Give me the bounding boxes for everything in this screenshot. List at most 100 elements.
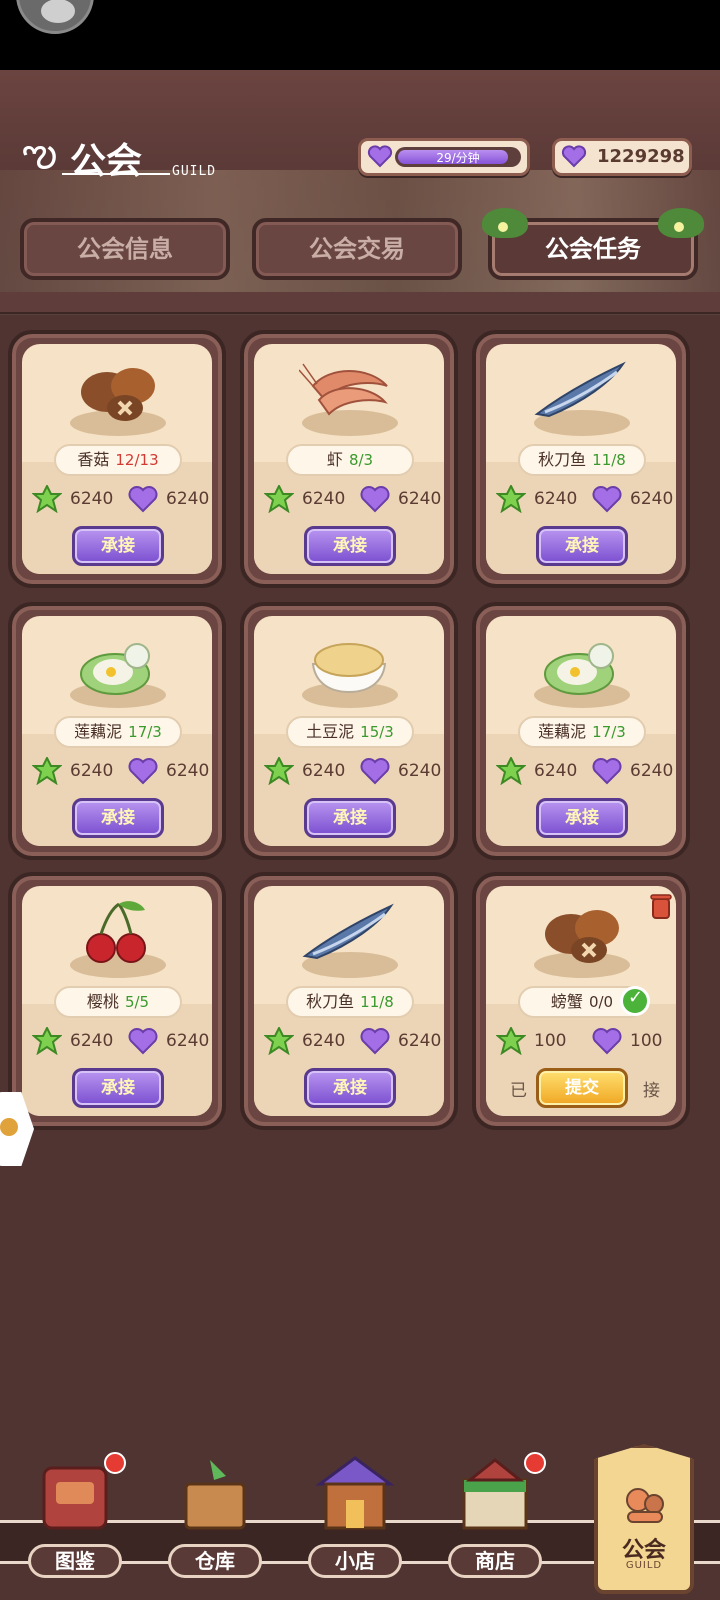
accept-task-button[interactable]: 承接 [536, 798, 628, 838]
task-name-pill: 虾 8/3 [286, 444, 414, 476]
task-item-count: 15/3 [360, 723, 394, 741]
task-card-inner: 虾 8/3 6240 6240 承接 [254, 344, 444, 574]
mushroom-icon [531, 898, 631, 968]
lotus-puree-icon [531, 628, 631, 698]
accepted-right-text: 接 [643, 1081, 660, 1101]
task-item-name: 虾 [326, 450, 343, 469]
tabs-divider [0, 292, 720, 314]
task-item-name: 香菇 [77, 450, 110, 469]
leaf-ornament-icon [658, 208, 704, 238]
nav-item[interactable]: 图鉴 [20, 1440, 130, 1590]
nav-item-label: 仓库 [168, 1544, 262, 1578]
star-reward-value: 6240 [302, 761, 346, 781]
star-reward: 6240 [263, 755, 354, 786]
accept-task-button[interactable]: 承接 [304, 798, 396, 838]
task-name-pill: 樱桃 5/5 [54, 986, 182, 1018]
star-reward: 6240 [31, 755, 122, 786]
star-icon [31, 1025, 63, 1056]
star-reward: 6240 [495, 483, 586, 514]
accept-task-button[interactable]: 承接 [536, 526, 628, 566]
heart-icon [367, 145, 393, 168]
heart-reward-value: 6240 [398, 489, 442, 509]
star-icon [31, 755, 63, 786]
task-item-name: 莲藕泥 [74, 722, 123, 741]
energy-counter[interactable]: 29/分钟 [358, 138, 530, 176]
gem-counter[interactable]: 1229298 [552, 138, 692, 176]
heart-reward-value: 6240 [398, 761, 442, 781]
wechat-icon [41, 0, 75, 23]
task-item-count: 11/8 [360, 993, 394, 1011]
heart-icon [592, 757, 622, 785]
heart-reward-value: 6240 [166, 1031, 210, 1051]
task-card: 螃蟹 0/0 100 100 已 接提交 [472, 872, 690, 1130]
task-name-pill: 莲藕泥 17/3 [54, 716, 182, 748]
heart-reward-value: 6240 [166, 489, 210, 509]
heart-icon [128, 1027, 158, 1055]
task-card: 香菇 12/13 6240 6240 承接 [8, 330, 226, 588]
star-reward: 6240 [31, 1025, 122, 1056]
heart-icon [592, 1027, 622, 1055]
nav-item-label: 商店 [448, 1544, 542, 1578]
star-reward-value: 6240 [534, 761, 578, 781]
submit-button[interactable]: 提交 [536, 1068, 628, 1108]
nav-item[interactable]: 仓库 [160, 1440, 270, 1590]
accept-task-button[interactable]: 承接 [72, 1068, 164, 1108]
task-rewards: 6240 6240 [31, 483, 212, 514]
nav-item-label: 图鉴 [28, 1544, 122, 1578]
logo-underline [62, 173, 170, 175]
heart-icon [360, 757, 390, 785]
heart-reward-value: 6240 [398, 1031, 442, 1051]
star-reward: 6240 [263, 483, 354, 514]
nav-item[interactable]: 小店 [300, 1440, 410, 1590]
accept-task-button[interactable]: 承接 [304, 1068, 396, 1108]
task-card: 莲藕泥 17/3 6240 6240 承接 [472, 602, 690, 860]
task-card: 秋刀鱼 11/8 6240 6240 承接 [240, 872, 458, 1130]
heart-reward: 6240 [360, 756, 444, 786]
task-rewards: 6240 6240 [263, 755, 444, 786]
accept-task-button[interactable]: 承接 [72, 798, 164, 838]
star-reward: 100 [495, 1025, 586, 1056]
heart-reward-value: 6240 [630, 761, 674, 781]
nav-item[interactable]: 商店 [440, 1440, 550, 1590]
guild-icon [626, 1488, 664, 1523]
heart-icon [128, 485, 158, 513]
task-card: 莲藕泥 17/3 6240 6240 承接 [8, 602, 226, 860]
tab-guild-info[interactable]: 公会信息 [20, 218, 230, 280]
guild-subtitle: GUILD [172, 164, 217, 179]
heart-reward: 6240 [592, 484, 676, 514]
accept-task-button[interactable]: 承接 [304, 526, 396, 566]
wechat-float-button[interactable] [16, 0, 94, 34]
lotus-puree-icon [67, 628, 167, 698]
heart-reward: 6240 [360, 1026, 444, 1056]
nav-guild[interactable]: 公会 GUILD [594, 1444, 694, 1594]
accept-task-button[interactable]: 承接 [72, 526, 164, 566]
status-bar [0, 0, 720, 70]
task-item-name: 螃蟹 [550, 992, 583, 1011]
task-card-inner: 樱桃 5/5 6240 6240 承接 [22, 886, 212, 1116]
star-reward-value: 6240 [70, 1031, 114, 1051]
trash-icon[interactable] [650, 892, 672, 920]
energy-bar: 29/分钟 [395, 147, 521, 167]
swirl-ornament-icon: ఌ [22, 130, 58, 176]
task-name-pill: 莲藕泥 17/3 [518, 716, 646, 748]
star-icon [263, 483, 295, 514]
task-card-inner: 秋刀鱼 11/8 6240 6240 承接 [486, 344, 676, 574]
nav-guild-sub: GUILD [625, 1560, 663, 1571]
star-reward: 6240 [495, 755, 586, 786]
star-reward-value: 6240 [70, 761, 114, 781]
star-icon [495, 1025, 527, 1056]
mushroom-icon [67, 356, 167, 426]
saury-fish-icon [531, 356, 631, 426]
heart-reward: 6240 [592, 756, 676, 786]
task-item-count: 12/13 [115, 451, 159, 469]
shop-icon [310, 1450, 400, 1540]
task-rewards: 6240 6240 [263, 483, 444, 514]
heart-reward-value: 100 [630, 1031, 663, 1051]
notification-badge [524, 1452, 546, 1474]
task-item-count: 0/0 [588, 993, 614, 1011]
tab-guild-tasks[interactable]: 公会任务 [482, 208, 704, 280]
heart-reward-value: 6240 [630, 489, 674, 509]
tab-guild-trade[interactable]: 公会交易 [252, 218, 462, 280]
tab-guild-tasks-label: 公会任务 [545, 235, 641, 263]
guild-title: 公会 [70, 141, 143, 182]
